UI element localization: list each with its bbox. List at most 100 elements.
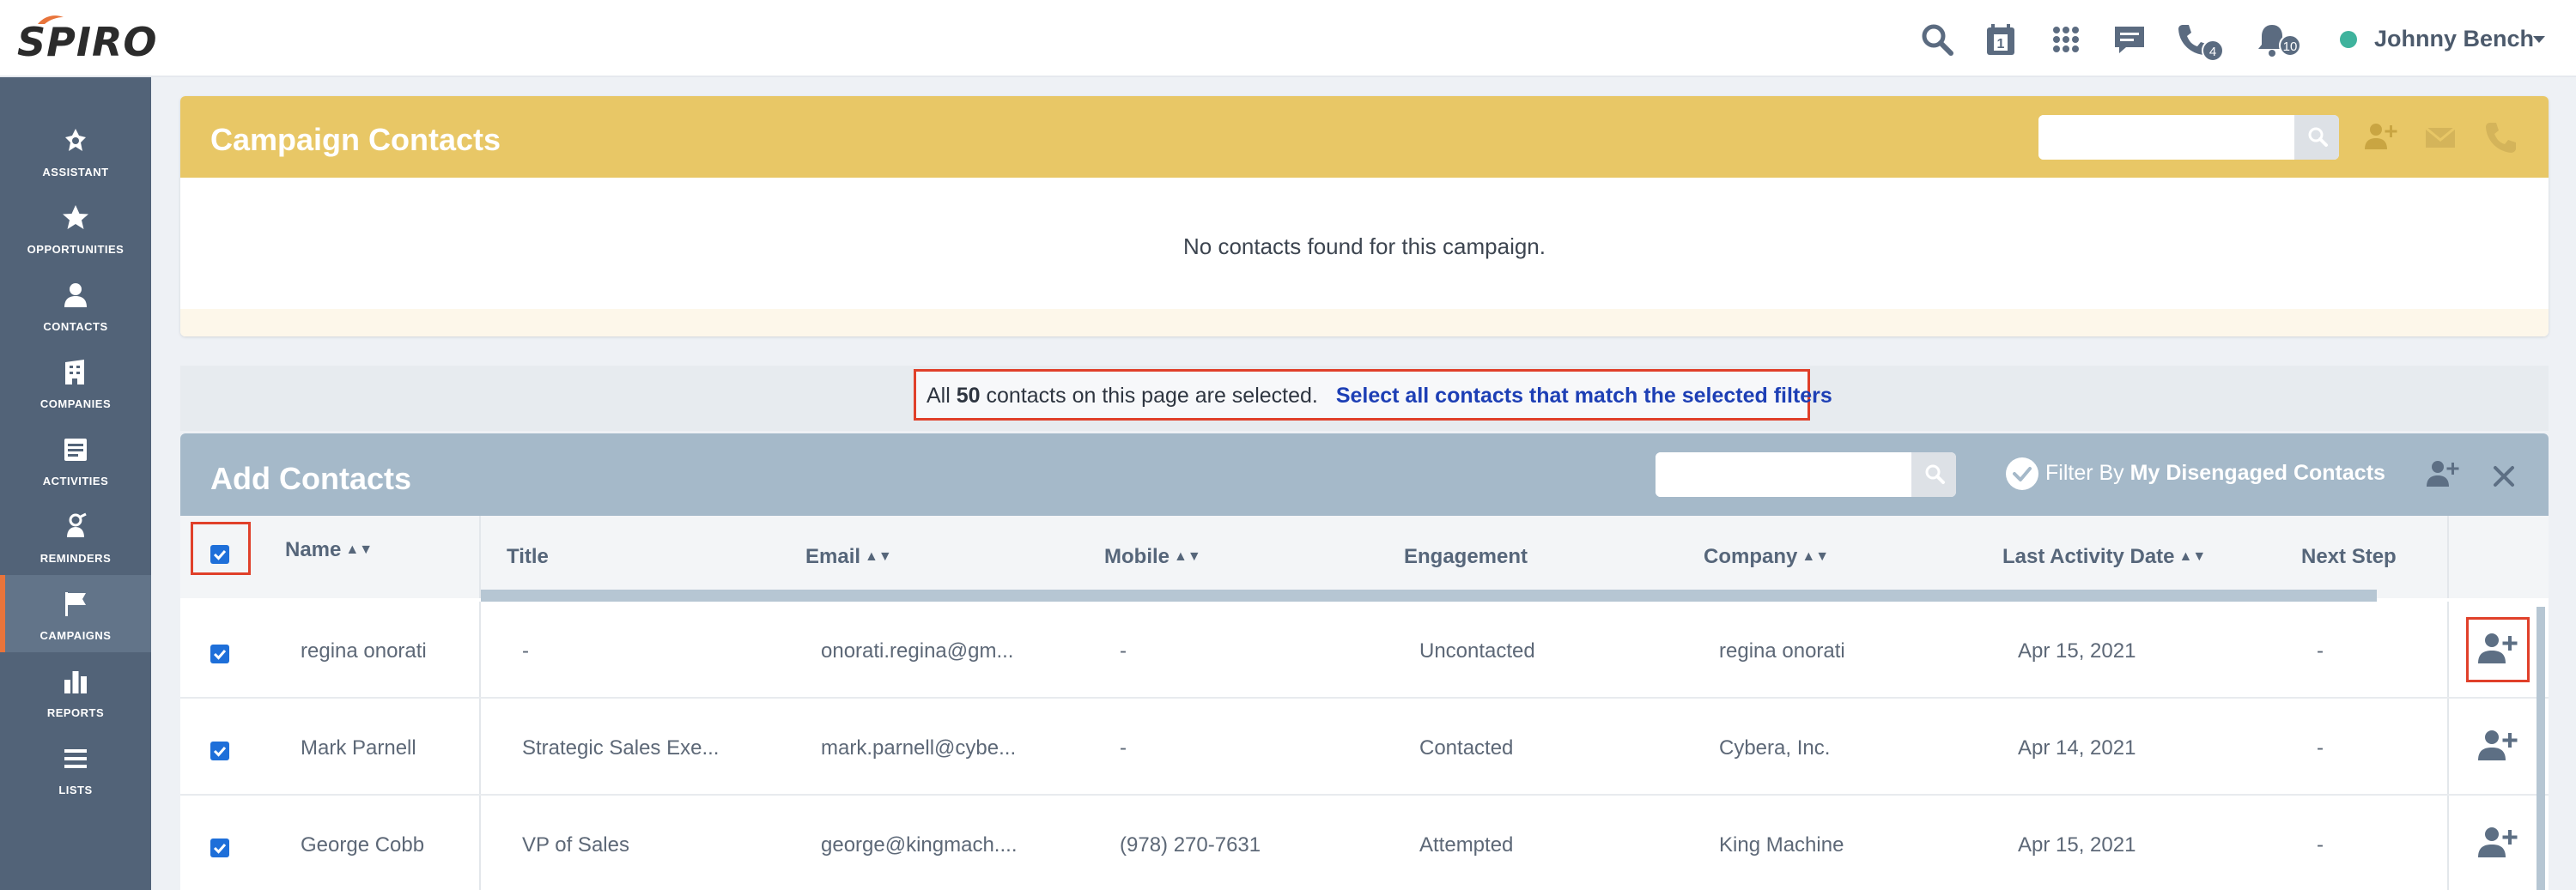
search-button[interactable] xyxy=(1911,452,1956,497)
contact-last-activity: Apr 14, 2021 xyxy=(2018,736,2136,760)
campaign-contacts-card: Campaign Contacts No contacts found for … xyxy=(180,96,2549,336)
contact-engagement: Attempted xyxy=(1419,833,1514,857)
horizontal-scrollbar[interactable] xyxy=(481,590,2377,602)
contact-last-activity: Apr 15, 2021 xyxy=(2018,833,2136,857)
select-all-matching-link[interactable]: Select all contacts that match the selec… xyxy=(1336,384,1832,408)
bell-icon[interactable]: 10 xyxy=(2253,21,2301,58)
add-to-campaign-button[interactable] xyxy=(2475,821,2519,866)
contact-name[interactable]: Mark Parnell xyxy=(301,736,416,760)
sort-icon: ▲▼ xyxy=(2178,549,2207,564)
phone-badge: 4 xyxy=(2202,39,2224,62)
messages-icon[interactable] xyxy=(2111,21,2148,58)
contact-engagement: Uncontacted xyxy=(1419,639,1535,663)
email-icon[interactable] xyxy=(2421,118,2459,156)
contact-engagement: Contacted xyxy=(1419,736,1514,760)
search-icon[interactable] xyxy=(1918,21,1956,58)
search-button[interactable] xyxy=(2294,115,2339,160)
add-contact-icon[interactable] xyxy=(2361,118,2399,156)
contact-next-step: - xyxy=(2317,639,2324,663)
row-checkbox[interactable] xyxy=(210,839,229,857)
vertical-scrollbar[interactable] xyxy=(2537,607,2545,890)
user-name[interactable]: Johnny Bench xyxy=(2374,26,2534,52)
contact-name[interactable]: George Cobb xyxy=(301,833,424,857)
column-divider xyxy=(2447,796,2449,890)
table-header: Name ▲▼ Title Email ▲▼ Mobile ▲▼ Engagement… xyxy=(180,516,2549,598)
spiro-logo[interactable]: SPIRO xyxy=(17,14,156,65)
column-divider xyxy=(2447,699,2449,794)
column-header-last-activity-date[interactable]: Last Activity Date ▲▼ xyxy=(2002,545,2206,569)
filter-value: My Disengaged Contacts xyxy=(2129,461,2385,485)
contact-mobile: - xyxy=(1120,639,1127,663)
list-icon xyxy=(64,749,87,768)
selection-suffix: contacts on this page are selected. xyxy=(986,384,1318,408)
add-person-icon xyxy=(2478,827,2518,857)
contact-company: King Machine xyxy=(1719,833,1844,857)
calendar-icon[interactable]: 1 xyxy=(1982,21,2020,58)
sidebar-item-lists[interactable]: LISTS xyxy=(0,730,151,807)
column-header-title: Title xyxy=(507,545,549,569)
column-label: Next Step xyxy=(2301,545,2397,568)
column-header-email[interactable]: Email ▲▼ xyxy=(805,545,892,569)
campaign-contacts-search[interactable] xyxy=(2038,115,2339,160)
phone-icon[interactable]: 4 xyxy=(2174,21,2224,62)
column-label: Email xyxy=(805,545,861,568)
contact-email: mark.parnell@cybe... xyxy=(821,736,1017,760)
flag-icon xyxy=(65,592,86,616)
column-header-mobile[interactable]: Mobile ▲▼ xyxy=(1104,545,1201,569)
search-icon xyxy=(2308,127,2328,147)
selection-banner: All 50 contacts on this page are selecte… xyxy=(914,369,1832,421)
sidebar-item-campaigns[interactable]: CAMPAIGNS xyxy=(0,575,151,652)
building-icon xyxy=(65,360,84,384)
contact-title: VP of Sales xyxy=(522,833,629,857)
contact-name[interactable]: regina onorati xyxy=(301,639,427,663)
close-icon[interactable] xyxy=(2485,457,2523,495)
column-divider xyxy=(2447,602,2449,697)
row-checkbox[interactable] xyxy=(210,645,229,663)
selection-prefix: All xyxy=(927,384,951,408)
sidebar-item-activities[interactable]: ACTIVITIES xyxy=(0,421,151,498)
sidebar-item-label: ACTIVITIES xyxy=(42,475,109,487)
filter-check-icon[interactable] xyxy=(2006,457,2038,490)
column-header-company[interactable]: Company ▲▼ xyxy=(1704,545,1829,569)
table-row[interactable]: Mark Parnell Strategic Sales Exe... mark… xyxy=(180,699,2549,796)
add-to-campaign-button[interactable] xyxy=(2475,724,2519,769)
filter-prefix: Filter By xyxy=(2045,461,2124,485)
sidebar-item-reports[interactable]: REPORTS xyxy=(0,652,151,730)
filter-dropdown[interactable]: Filter By My Disengaged Contacts xyxy=(2045,461,2385,486)
column-divider xyxy=(479,516,481,598)
sidebar-item-contacts[interactable]: CONTACTS xyxy=(0,266,151,343)
column-header-next-step: Next Step xyxy=(2301,545,2397,569)
apps-grid-icon[interactable] xyxy=(2047,21,2085,58)
add-contact-icon[interactable] xyxy=(2423,456,2461,493)
add-person-icon xyxy=(2478,730,2518,760)
campaign-contacts-search-input[interactable] xyxy=(2038,115,2287,160)
selection-count: 50 xyxy=(956,384,981,408)
add-button-highlight xyxy=(2466,617,2530,682)
sort-icon: ▲▼ xyxy=(1801,549,1830,564)
table-row[interactable]: George Cobb VP of Sales george@kingmach.… xyxy=(180,796,2549,890)
top-bar: SPIRO 1 4 10 Johnny Bench xyxy=(0,0,2576,77)
call-icon[interactable] xyxy=(2482,118,2519,156)
column-header-engagement: Engagement xyxy=(1404,545,1528,569)
add-contacts-title: Add Contacts xyxy=(210,461,411,496)
add-contacts-search-input[interactable] xyxy=(1656,452,1905,497)
sidebar-item-assistant[interactable]: ASSISTANT xyxy=(0,112,151,189)
chevron-down-icon[interactable] xyxy=(2533,36,2545,43)
column-divider xyxy=(479,699,481,794)
table-row[interactable]: regina onorati - onorati.regina@gm... - … xyxy=(180,602,2549,699)
sidebar: ASSISTANT OPPORTUNITIES CONTACTS COMPANI… xyxy=(0,77,151,890)
sidebar-item-opportunities[interactable]: OPPORTUNITIES xyxy=(0,189,151,266)
add-contacts-search[interactable] xyxy=(1656,452,1956,497)
sidebar-item-reminders[interactable]: REMINDERS xyxy=(0,498,151,575)
contact-last-activity: Apr 15, 2021 xyxy=(2018,639,2136,663)
add-contacts-header: Add Contacts Filter By My Disengaged Con… xyxy=(180,433,2549,516)
person-icon xyxy=(64,283,87,307)
sort-icon: ▲▼ xyxy=(865,549,892,564)
campaign-contacts-header: Campaign Contacts xyxy=(180,96,2549,178)
row-checkbox[interactable] xyxy=(210,742,229,760)
contact-title: Strategic Sales Exe... xyxy=(522,736,720,760)
sort-icon: ▲▼ xyxy=(345,542,374,557)
column-header-name[interactable]: Name ▲▼ xyxy=(285,538,373,562)
sidebar-item-label: REMINDERS xyxy=(39,552,112,565)
sidebar-item-companies[interactable]: COMPANIES xyxy=(0,343,151,421)
